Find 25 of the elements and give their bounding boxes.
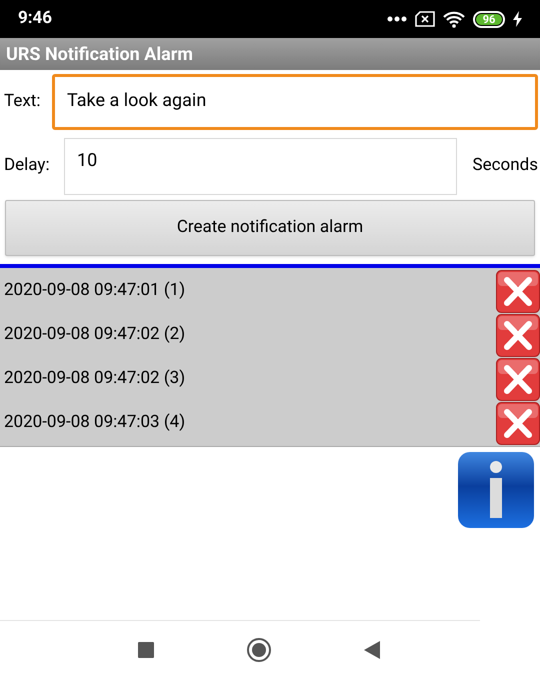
alarm-entry: 2020-09-08 09:47:02 (3) — [3, 367, 186, 390]
charging-icon — [513, 11, 522, 27]
delete-button[interactable] — [496, 314, 540, 356]
field-label: Delay: — [4, 154, 51, 178]
text-input-field[interactable]: Take a look again — [52, 74, 538, 130]
app-title: URS Notification Alarm — [6, 42, 193, 66]
delete-button[interactable] — [496, 402, 540, 444]
unit-label: Seconds — [472, 154, 538, 178]
info-icon[interactable] — [457, 451, 535, 529]
alarm-entry: 2020-09-08 09:47:02 (2) — [3, 323, 186, 346]
delete-button[interactable] — [496, 358, 540, 400]
delete-button[interactable] — [496, 270, 540, 312]
alarm-entry: 2020-09-08 09:47:03 (4) — [3, 411, 186, 434]
battery-level: 96 — [476, 14, 502, 24]
create-alarm-button[interactable]: Create notification alarm — [5, 200, 535, 256]
recents-button[interactable] — [138, 642, 154, 658]
back-button[interactable] — [364, 640, 380, 658]
home-button[interactable] — [246, 636, 272, 662]
wifi-icon — [443, 10, 465, 28]
sim-icon — [415, 11, 435, 27]
alarm-entry: 2020-09-08 09:47:01 (1) — [3, 279, 186, 302]
field-label: Text: — [4, 90, 42, 114]
more-icon — [387, 16, 407, 22]
clock: 9:46 — [18, 7, 52, 30]
delay-input-field[interactable]: 10 — [64, 138, 457, 194]
